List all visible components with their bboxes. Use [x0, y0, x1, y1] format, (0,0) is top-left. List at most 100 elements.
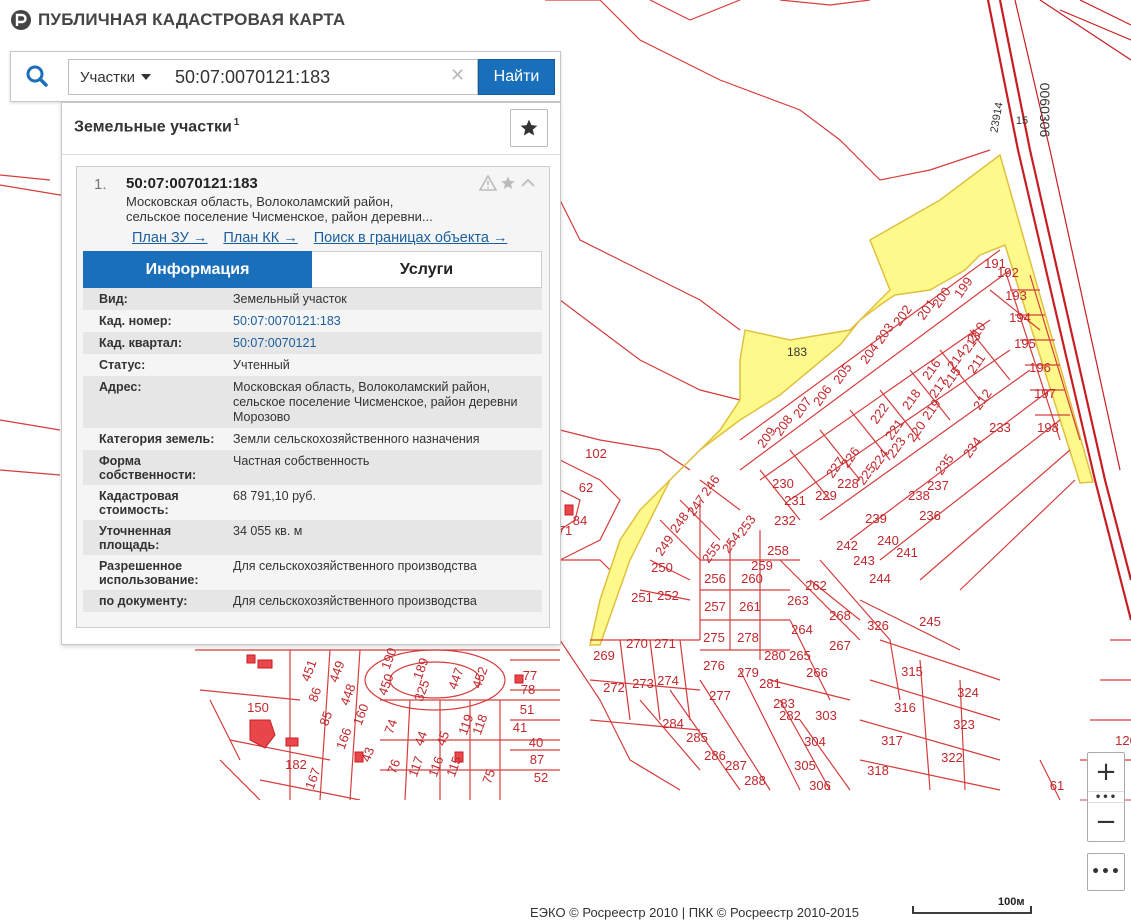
parcel-number-label: 41: [513, 720, 527, 735]
info-value: Частная собственность: [233, 454, 370, 468]
parcel-number-label: 150: [247, 700, 269, 715]
info-row: Форма собственности: Частная собственност…: [83, 450, 542, 485]
search-input[interactable]: [161, 59, 478, 95]
info-value: 68 791,10 руб.: [233, 489, 316, 503]
search-type-select[interactable]: Участки: [68, 59, 162, 95]
parcel-number-label: 262: [805, 578, 827, 593]
parcel-number-label: 260: [741, 571, 763, 586]
parcel-number-label: 305: [794, 758, 816, 773]
parcel-number-label: 102: [585, 446, 607, 461]
parcel-number-label: 84: [573, 513, 587, 528]
info-row: Вид: Земельный участок: [83, 288, 542, 310]
parcel-number-label: 87: [530, 752, 544, 767]
info-table: Вид: Земельный участок Кад. номер: 50:07:00…: [83, 288, 542, 612]
info-key: по документу:: [99, 594, 188, 608]
parcel-number-label: 191: [984, 256, 1006, 271]
parcel-number-label: 77: [523, 668, 537, 683]
copyright: ЕЭКО © Росреестр 2010 | ПКК © Росреестр …: [530, 905, 859, 920]
info-key: Кад. квартал:: [99, 336, 182, 350]
parcel-number-label: 52: [534, 770, 548, 785]
result-tabs: Информация Услуги: [83, 251, 542, 288]
parcel-number-label: 244: [869, 571, 891, 586]
parcel-number-label: 250: [651, 560, 673, 575]
parcel-number-label: 242: [836, 538, 858, 553]
info-value: 34 055 кв. м: [233, 524, 303, 538]
parcel-number-label: 239: [865, 511, 887, 526]
tab-information[interactable]: Информация: [83, 251, 312, 288]
parcel-number-label: 51: [520, 702, 534, 717]
search-icon[interactable]: [25, 64, 49, 88]
parcel-number-label: 273: [632, 676, 654, 691]
chevron-up-icon[interactable]: [519, 175, 537, 191]
parcel-number-label: 232: [774, 513, 796, 528]
link-plan-kk[interactable]: План КК →: [223, 230, 297, 246]
road-side-label: 15: [1016, 115, 1028, 127]
star-icon: [520, 119, 538, 136]
parcel-number-label: 284: [662, 716, 684, 731]
road-number-label: 0060306: [1037, 83, 1053, 138]
info-key: Адрес:: [99, 380, 142, 394]
parcel-number-label: 231: [784, 493, 806, 508]
info-row: Статус: Учтенный: [83, 354, 542, 376]
result-address-line2: сельское поселение Чисменское, район дер…: [126, 209, 433, 224]
parcel-number-label: 195: [1014, 336, 1036, 351]
parcel-number-label: 283: [773, 696, 795, 711]
info-value: Учтенный: [233, 358, 290, 372]
parcel-number-label: 240: [877, 533, 899, 548]
parcel-number-label: 271: [654, 636, 676, 651]
parcel-number-label: 264: [791, 622, 813, 637]
panel-header: Земельные участки 1: [62, 103, 560, 155]
zoom-out-button[interactable]: −: [1088, 803, 1124, 841]
info-row: Кад. номер: 50:07:0070121:183: [83, 310, 542, 332]
parcel-number-label: 252: [657, 588, 679, 603]
parcel-number-label: 323: [953, 717, 975, 732]
parcel-number-label: 278: [737, 630, 759, 645]
parcel-number-label: 318: [867, 763, 889, 778]
info-key: Уточненная площадь:: [99, 524, 172, 552]
parcel-number-label: 62: [579, 480, 593, 495]
parcel-number-label: 61: [1050, 778, 1064, 793]
parcel-number-label: 230: [772, 476, 794, 491]
search-type-label: Участки: [80, 68, 135, 86]
find-button[interactable]: Найти: [478, 59, 555, 95]
selected-parcel-label: 183: [787, 345, 807, 359]
info-value[interactable]: 50:07:0070121:183: [233, 310, 542, 332]
parcel-number-label: 236: [919, 508, 941, 523]
result-links: План ЗУ → План КК → Поиск в границах объ…: [132, 230, 507, 246]
link-plan-zu[interactable]: План ЗУ →: [132, 230, 207, 246]
parcel-number-label: 285: [686, 730, 708, 745]
info-row: по документу: Для сельскохозяйственного п…: [83, 590, 542, 612]
star-icon[interactable]: [499, 175, 517, 191]
clear-icon[interactable]: ✕: [450, 65, 465, 86]
parcel-number-label: 245: [919, 614, 941, 629]
parcel-number-label: 279: [737, 665, 759, 680]
favorites-button[interactable]: [510, 109, 548, 147]
info-key: Разрешенное использование:: [99, 559, 199, 587]
panel-title: Земельные участки 1: [74, 117, 239, 136]
parcel-number-label: 261: [739, 599, 761, 614]
info-value[interactable]: 50:07:0070121: [233, 332, 542, 354]
zoom-level-indicator[interactable]: •••: [1088, 791, 1124, 803]
more-tools-button[interactable]: •••: [1087, 853, 1125, 891]
warning-icon[interactable]: [479, 175, 497, 191]
result-card[interactable]: 1. 50:07:0070121:183 Московская область,…: [76, 166, 550, 628]
parcel-number-label: 265: [789, 648, 811, 663]
parcel-number-label: 324: [957, 685, 979, 700]
parcel-number-label: 303: [815, 708, 837, 723]
info-row: Адрес: Московская область, Волоколамский …: [83, 376, 542, 428]
parcel-number-label: 258: [767, 543, 789, 558]
parcel-number-label: 280: [764, 648, 786, 663]
parcel-number-label: 120: [1115, 733, 1131, 748]
link-search-in-bounds[interactable]: Поиск в границах объекта →: [314, 230, 508, 246]
parcel-number-label: 267: [829, 638, 851, 653]
parcel-number-label: 276: [703, 658, 725, 673]
info-row: Категория земель: Земли сельскохозяйствен…: [83, 428, 542, 450]
zoom-in-button[interactable]: +: [1088, 753, 1124, 791]
result-title[interactable]: 50:07:0070121:183: [126, 175, 258, 192]
parcel-number-label: 322: [941, 750, 963, 765]
result-index: 1.: [94, 176, 107, 193]
brand: ПУБЛИЧНАЯ КАДАСТРОВАЯ КАРТА: [10, 9, 345, 31]
result-actions: [479, 175, 537, 191]
tab-services[interactable]: Услуги: [312, 251, 542, 288]
info-value: Для сельскохозяйственного производства: [233, 559, 477, 573]
